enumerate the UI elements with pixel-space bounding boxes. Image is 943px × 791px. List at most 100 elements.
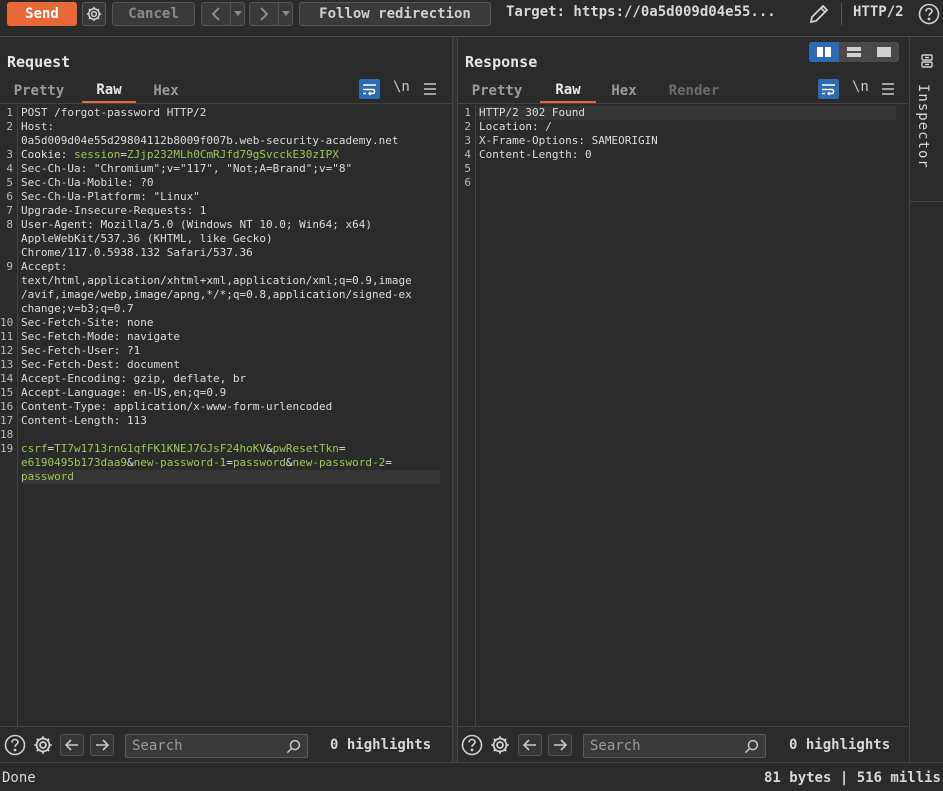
code-line: Sec-Ch-Ua-Mobile: ?0 xyxy=(21,176,154,189)
request-search-settings-button[interactable] xyxy=(32,734,54,756)
follow-redirection-button[interactable]: Follow redirection xyxy=(299,2,491,26)
code-line: change;v=b3;q=0.7 xyxy=(21,302,134,315)
code-line-cookie: Cookie: session=ZJjp232MLh0CmRJfd79gSvcc… xyxy=(21,148,339,162)
toolbar: Send Cancel Follow redirection Target: h… xyxy=(0,0,943,28)
arrow-right-icon xyxy=(554,739,567,751)
response-highlights-count: 0 highlights xyxy=(789,737,891,753)
request-tab-raw[interactable]: Raw xyxy=(82,79,136,103)
request-tab-hex[interactable]: Hex xyxy=(148,79,184,103)
gear-icon xyxy=(34,736,52,754)
line-number: 9 xyxy=(6,260,13,273)
code-line: Upgrade-Insecure-Requests: 1 xyxy=(21,204,207,217)
response-search-input[interactable] xyxy=(584,738,734,754)
response-wrap-toggle[interactable] xyxy=(818,79,839,99)
response-prev-match-button[interactable] xyxy=(518,734,542,756)
help-button[interactable] xyxy=(918,3,940,25)
line-number: 4 xyxy=(464,148,471,161)
line-number: 1 xyxy=(464,106,471,119)
line-number: 10 xyxy=(0,316,14,329)
line-number: 6 xyxy=(6,190,13,203)
rows-icon xyxy=(847,47,861,57)
line-number: 7 xyxy=(6,204,13,217)
hamburger-menu-icon xyxy=(424,83,436,95)
response-tab-pretty[interactable]: Pretty xyxy=(466,79,528,103)
request-wrap-toggle[interactable] xyxy=(359,79,380,99)
code-line: Accept: xyxy=(21,260,68,273)
code-line: AppleWebKit/537.36 (KHTML, like Gecko) xyxy=(21,232,273,245)
wrap-lines-icon xyxy=(363,83,376,96)
response-next-match-button[interactable] xyxy=(548,734,572,756)
arrow-left-icon xyxy=(523,739,536,751)
line-number: 6 xyxy=(464,176,471,189)
protocol-selector[interactable]: HTTP/2 xyxy=(853,4,904,20)
response-help-button[interactable] xyxy=(461,734,483,756)
code-line-body: e6190495b173daa9&new-password-1=password… xyxy=(21,456,392,470)
param-name: pwResetTkn xyxy=(272,442,339,455)
response-code: HTTP/2 302 Found Location: / X-Frame-Opt… xyxy=(479,105,896,726)
arrow-left-icon xyxy=(65,739,78,751)
cancel-button[interactable]: Cancel xyxy=(112,2,195,26)
layout-single-button[interactable] xyxy=(869,42,899,62)
response-menu-button[interactable] xyxy=(881,81,895,95)
request-code: POST /forgot-password HTTP/2 Host: 0a5d0… xyxy=(21,105,440,726)
line-number: 3 xyxy=(464,134,471,147)
chevron-down-icon xyxy=(233,11,242,16)
response-search-box xyxy=(583,734,766,758)
line-number: 5 xyxy=(6,176,13,189)
response-tabs: Pretty Raw Hex Render xyxy=(458,79,908,103)
layout-stacked-button[interactable] xyxy=(839,42,869,62)
request-highlights-count: 0 highlights xyxy=(330,737,432,753)
inspector-toggle[interactable]: Inspector xyxy=(910,37,943,202)
response-tab-raw[interactable]: Raw xyxy=(540,79,596,103)
request-title: Request xyxy=(7,53,71,71)
response-tab-render[interactable]: Render xyxy=(664,79,724,103)
chevron-left-icon xyxy=(211,7,220,21)
request-editor[interactable]: 1 2 3 4 5 6 7 8 9 10 11 12 13 14 15 16 1… xyxy=(0,105,452,726)
request-line-gutter: 1 2 3 4 5 6 7 8 9 10 11 12 13 14 15 16 1… xyxy=(0,105,18,726)
line-number: 5 xyxy=(464,162,471,175)
response-bottom-bar: 0 highlights xyxy=(458,726,908,762)
back-history-dropdown[interactable] xyxy=(230,3,244,25)
back-button[interactable] xyxy=(202,3,230,25)
code-line: Sec-Ch-Ua-Platform: "Linux" xyxy=(21,190,200,203)
response-tab-hex[interactable]: Hex xyxy=(606,79,642,103)
response-editor[interactable]: 1 2 3 4 5 6 HTTP/2 302 Found Location: /… xyxy=(458,105,908,726)
gear-icon xyxy=(86,6,102,22)
response-tab-border xyxy=(458,103,908,104)
status-text: Done xyxy=(2,770,36,786)
line-number: 14 xyxy=(0,372,14,385)
response-search-settings-button[interactable] xyxy=(489,734,511,756)
cookie-value: ZJjp232MLh0CmRJfd79gSvcckE30zIPX xyxy=(126,148,339,161)
request-search-input[interactable] xyxy=(126,738,276,754)
code-line: text/html,application/xhtml+xml,applicat… xyxy=(21,274,412,287)
request-bottom-bar: 0 highlights xyxy=(0,726,452,762)
code-line: Sec-Fetch-Mode: navigate xyxy=(21,330,180,343)
param-value: TI7w1713rnG1qfFK1KNEJ7GJsF24hoKV xyxy=(54,442,267,455)
request-menu-button[interactable] xyxy=(423,81,437,95)
columns-icon xyxy=(817,47,831,57)
param-separator: & xyxy=(126,456,134,469)
request-newline-toggle[interactable]: \n xyxy=(393,79,410,95)
cookie-equals: = xyxy=(120,148,127,161)
code-line: Content-Length: 0 xyxy=(479,148,592,161)
request-tab-pretty[interactable]: Pretty xyxy=(8,79,70,103)
request-next-match-button[interactable] xyxy=(90,734,114,756)
forward-nav-group xyxy=(249,2,293,26)
inspector-sidebar: Inspector xyxy=(909,37,943,762)
forward-button[interactable] xyxy=(250,3,278,25)
line-number: 2 xyxy=(6,120,13,133)
code-line-body-current: password xyxy=(21,470,440,484)
response-newline-toggle[interactable]: \n xyxy=(852,79,869,95)
settings-button[interactable] xyxy=(82,2,106,26)
edit-target-button[interactable] xyxy=(807,2,831,26)
request-prev-match-button[interactable] xyxy=(60,734,84,756)
request-tabs: Pretty Raw Hex xyxy=(0,79,452,103)
send-button[interactable]: Send xyxy=(7,2,77,26)
request-help-button[interactable] xyxy=(4,734,26,756)
wrap-lines-icon xyxy=(822,83,835,96)
param-equals: = xyxy=(226,456,233,469)
forward-history-dropdown[interactable] xyxy=(278,3,292,25)
layout-side-by-side-button[interactable] xyxy=(809,42,839,62)
response-title: Response xyxy=(465,53,538,71)
code-line: Host: xyxy=(21,120,55,133)
